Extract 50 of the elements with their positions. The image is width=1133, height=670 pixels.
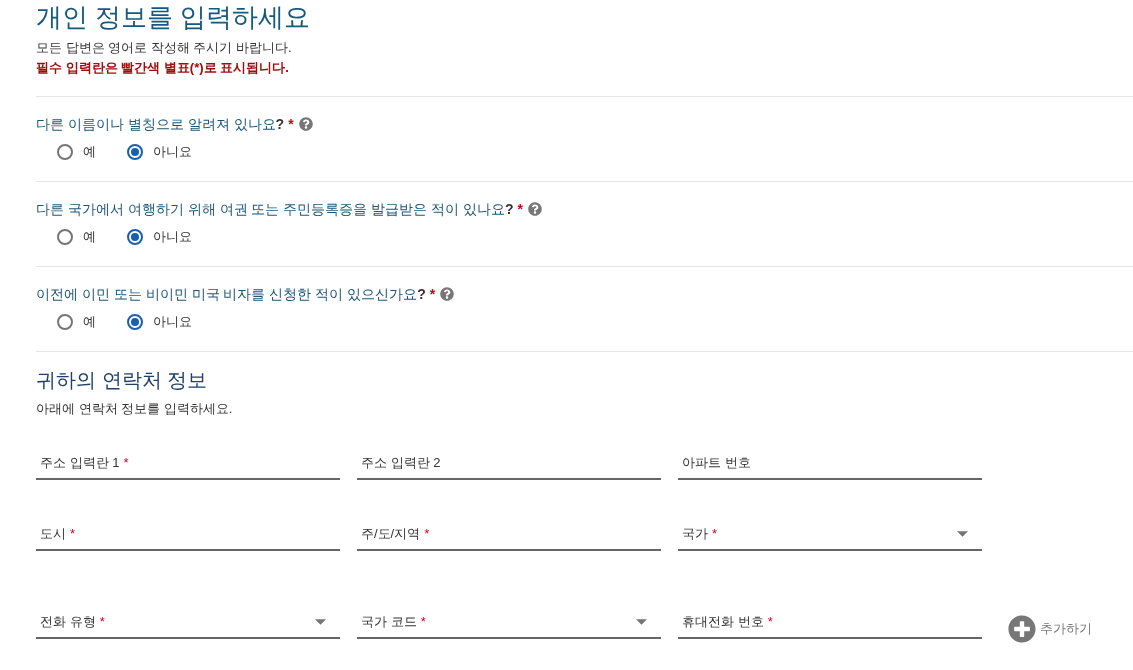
caret-down-icon — [957, 531, 968, 537]
radio-option[interactable]: 예 — [57, 227, 96, 247]
question-label: 이전에 이민 또는 비이민 미국 비자를 신청한 적이 있으신가요? — [36, 285, 426, 304]
radio-option[interactable]: 아니요 — [127, 142, 192, 162]
add-button[interactable]: 추가하기 — [1008, 615, 1133, 643]
field-label: 도시 — [40, 525, 66, 543]
help-icon[interactable] — [528, 202, 543, 216]
field-label: 주/도/지역 — [361, 525, 421, 543]
required-mark: * — [420, 613, 426, 631]
caret-down-icon — [636, 619, 647, 625]
radio-option[interactable]: 예 — [57, 142, 96, 162]
help-icon[interactable] — [298, 117, 313, 131]
select-field[interactable]: 전화 유형 * — [36, 603, 340, 639]
required-mark: * — [712, 525, 718, 543]
page-title: 개인 정보를 입력하세요 — [36, 1, 312, 34]
input-field[interactable]: 주소 입력란 1 * — [36, 444, 340, 480]
required-mark: * — [767, 613, 773, 631]
required-mark: * — [288, 115, 294, 134]
plus-icon — [1008, 615, 1036, 643]
radio-option[interactable]: 아니요 — [127, 227, 192, 247]
field-label: 주소 입력란 2 — [361, 454, 441, 472]
select-field[interactable]: 국가 코드 * — [357, 603, 661, 639]
radio-option[interactable]: 예 — [57, 312, 96, 332]
caret-down-icon — [315, 619, 326, 625]
question-label: 다른 이름이나 별칭으로 알려져 있나요? — [36, 115, 285, 134]
required-mark: * — [429, 285, 436, 304]
input-field[interactable]: 아파트 번호 — [678, 444, 982, 480]
input-field[interactable]: 주/도/지역 * — [357, 515, 661, 551]
input-field[interactable]: 도시 * — [36, 515, 340, 551]
field-label: 전화 유형 — [40, 613, 96, 631]
field-label: 휴대전화 번호 — [682, 613, 764, 631]
input-field[interactable]: 주소 입력란 2 — [357, 444, 661, 480]
instructions-text: 모든 답변은 영어로 작성해 주시기 바랍니다. — [36, 39, 293, 57]
required-mark: * — [424, 525, 430, 543]
section-description: 아래에 연락처 정보를 입력하세요. — [36, 400, 234, 418]
required-mark: * — [99, 613, 105, 631]
input-field[interactable]: 휴대전화 번호 * — [678, 603, 982, 639]
field-label: 국가 코드 — [361, 613, 417, 631]
help-icon[interactable] — [440, 287, 455, 301]
field-label: 국가 — [682, 525, 708, 543]
radio-option[interactable]: 아니요 — [127, 312, 192, 332]
select-field[interactable]: 국가 * — [678, 515, 982, 551]
required-note: 필수 입력란은 빨간색 별표(*)로 표시됩니다. — [36, 59, 290, 77]
section-title: 귀하의 연락처 정보 — [36, 368, 209, 393]
required-mark: * — [517, 200, 524, 219]
question-label: 다른 국가에서 여행하기 위해 여권 또는 주민등록증을 발급받은 적이 있나요? — [36, 200, 514, 219]
required-mark: * — [70, 525, 76, 543]
field-label: 주소 입력란 1 — [40, 454, 120, 472]
required-mark: * — [123, 454, 129, 472]
field-label: 아파트 번호 — [682, 454, 751, 472]
